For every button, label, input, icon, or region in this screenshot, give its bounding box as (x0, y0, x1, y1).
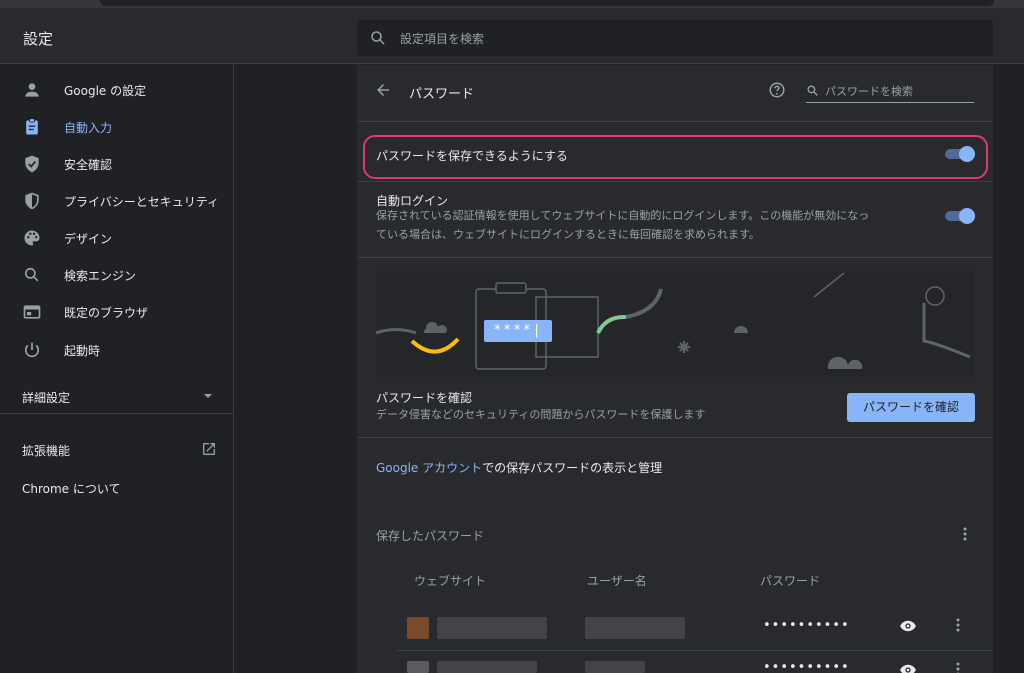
password-mask: •••••••••• (763, 618, 850, 633)
password-mask-field: ****| (484, 320, 552, 342)
back-arrow-icon[interactable] (374, 81, 392, 99)
site-name-blurred (437, 661, 537, 673)
sidebar-extensions[interactable]: 拡張機能 (22, 442, 70, 459)
site-favicon (407, 617, 429, 639)
sidebar-item-on-startup[interactable]: 起動時 (0, 331, 234, 368)
sidebar-item-privacy[interactable]: プライバシーとセキュリティ (0, 182, 234, 219)
browser-window-icon (23, 305, 41, 319)
password-check-desc: データ侵害などのセキュリティの問題からパスワードを保護します (376, 408, 706, 421)
passwords-title: パスワード (409, 87, 475, 102)
illustration-art (376, 272, 971, 370)
sidebar-item-label: 既定のブラウザ (64, 306, 149, 320)
password-check-illustration: ****| (376, 271, 974, 377)
divider (397, 650, 993, 651)
power-icon (24, 342, 40, 358)
palette-icon (24, 230, 40, 246)
search-icon (371, 31, 385, 45)
settings-search-input[interactable]: 設定項目を検索 (357, 20, 993, 56)
divider (357, 257, 993, 258)
external-link-icon[interactable] (201, 441, 217, 457)
settings-header: 設定 設定項目を検索 (0, 8, 1024, 64)
shield-icon (25, 192, 39, 210)
more-vert-icon[interactable] (963, 527, 967, 541)
clipboard-icon (26, 118, 38, 135)
more-vert-icon[interactable] (956, 618, 960, 632)
site-favicon (407, 661, 429, 673)
site-name-blurred (437, 617, 547, 639)
sidebar-advanced[interactable]: 詳細設定 (22, 389, 70, 406)
more-vert-icon[interactable] (956, 662, 960, 673)
sidebar-item-label: Google の設定 (64, 84, 147, 98)
search-icon (807, 85, 818, 96)
username-blurred (585, 617, 685, 639)
sidebar-item-google[interactable]: Google の設定 (0, 71, 234, 108)
column-header-password: パスワード (760, 574, 821, 588)
sidebar-divider (0, 413, 234, 414)
sidebar-item-appearance[interactable]: デザイン (0, 219, 234, 256)
address-bar[interactable] (100, 0, 994, 6)
auto-signin-desc: ている場合は、ウェブサイトにログインするときに毎回確認を求められます。 (376, 228, 760, 241)
check-passwords-button[interactable]: パスワードを確認 (847, 393, 975, 422)
browser-top-strip (0, 0, 1024, 8)
password-check-title: パスワードを確認 (376, 391, 473, 405)
help-icon[interactable] (768, 81, 786, 99)
sidebar-item-label: デザイン (64, 232, 113, 246)
sidebar-item-default-browser[interactable]: 既定のブラウザ (0, 293, 234, 330)
page-title: 設定 (23, 30, 54, 48)
username-blurred (585, 661, 645, 673)
sidebar-item-label: 起動時 (64, 344, 101, 358)
password-search-placeholder: パスワードを検索 (825, 85, 913, 98)
sidebar-item-label: プライバシーとセキュリティ (64, 195, 220, 209)
sidebar-item-autofill[interactable]: 自動入力 (0, 108, 234, 145)
column-header-username: ユーザー名 (587, 574, 647, 588)
sidebar-item-safety-check[interactable]: 安全確認 (0, 145, 234, 182)
sidebar-item-label: 自動入力 (64, 121, 113, 135)
divider (357, 181, 993, 182)
account-manage-row: Google アカウントでの保存パスワードの表示と管理 (376, 459, 662, 476)
auto-signin-desc: 保存されている認証情報を使用してウェブサイトに自動的にログインします。この機能が… (376, 209, 870, 222)
column-header-website: ウェブサイト (414, 574, 487, 588)
auto-signin-toggle[interactable] (945, 208, 975, 224)
sidebar-about-chrome[interactable]: Chrome について (22, 480, 121, 497)
eye-icon[interactable] (899, 617, 917, 635)
sidebar-item-label: 安全確認 (64, 158, 113, 172)
google-account-link[interactable]: Google アカウント (376, 461, 482, 475)
settings-search-placeholder: 設定項目を検索 (400, 32, 485, 46)
password-mask: •••••••••• (763, 660, 850, 673)
divider (357, 121, 993, 122)
sidebar: Google の設定 自動入力 安全確認 プライバシーとセキュリティ デザイン … (0, 65, 234, 673)
sidebar-item-search-engine[interactable]: 検索エンジン (0, 256, 234, 293)
divider (357, 437, 993, 438)
password-search-input[interactable]: パスワードを検索 (806, 79, 974, 103)
shield-check-icon (25, 155, 39, 173)
person-icon (25, 83, 39, 97)
search-icon (24, 267, 39, 282)
sidebar-item-label: 検索エンジン (64, 269, 137, 283)
account-manage-text: での保存パスワードの表示と管理 (482, 461, 663, 475)
saved-passwords-title: 保存したパスワード (376, 529, 485, 543)
chevron-down-icon[interactable] (204, 394, 212, 398)
eye-icon[interactable] (899, 661, 917, 673)
highlight-annotation (363, 135, 988, 179)
